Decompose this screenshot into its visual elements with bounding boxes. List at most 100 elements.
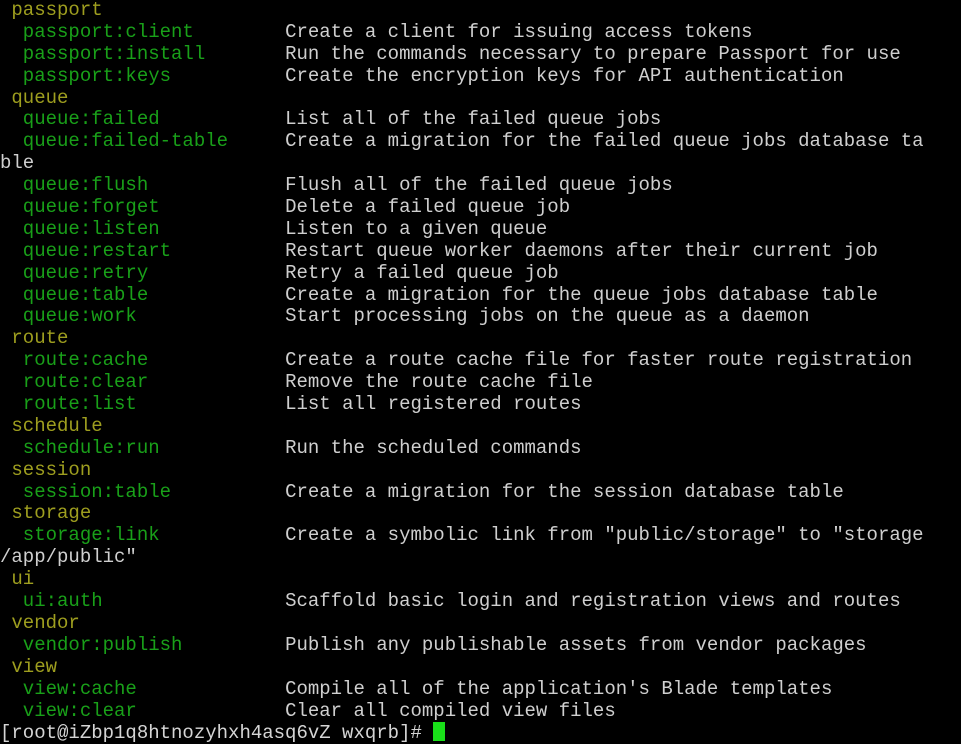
command-row: route:list List all registered routes xyxy=(0,394,961,416)
shell-prompt: [root@iZbp1q8htnozyhxh4asq6vZ wxqrb]# xyxy=(0,722,434,744)
command-description: Run the scheduled commands xyxy=(285,437,582,459)
command-row: passport:client Create a client for issu… xyxy=(0,22,961,44)
command-row: schedule:run Run the scheduled commands xyxy=(0,438,961,460)
command-description: Scaffold basic login and registration vi… xyxy=(285,591,901,613)
command-name: queue:listen xyxy=(0,218,160,240)
command-row: queue:listen Listen to a given queue xyxy=(0,219,961,241)
column-spacer xyxy=(137,679,285,700)
command-group-header: session xyxy=(0,460,961,482)
command-description: Start processing jobs on the queue as a … xyxy=(285,306,810,328)
command-name: passport:keys xyxy=(0,65,172,87)
command-description: Compile all of the application's Blade t… xyxy=(285,678,833,700)
terminal-output: passport passport:client Create a client… xyxy=(0,0,961,744)
command-group-header: view xyxy=(0,657,961,679)
column-spacer xyxy=(160,525,285,546)
command-group-label: vendor xyxy=(0,612,80,634)
command-name: route:cache xyxy=(0,350,149,372)
command-row: queue:failed List all of the failed queu… xyxy=(0,109,961,131)
command-group-label: storage xyxy=(0,503,92,525)
command-description: Delete a failed queue job xyxy=(285,197,571,219)
column-spacer xyxy=(171,66,285,87)
column-spacer xyxy=(148,372,285,393)
command-group-label: queue xyxy=(0,87,69,109)
command-description: Clear all compiled view files xyxy=(285,700,616,722)
column-spacer xyxy=(160,197,285,218)
column-spacer xyxy=(103,591,285,612)
command-row: queue:failed-table Create a migration fo… xyxy=(0,131,961,153)
command-description: Create a client for issuing access token… xyxy=(285,21,753,43)
command-description: Publish any publishable assets from vend… xyxy=(285,634,867,656)
command-group-header: passport xyxy=(0,0,961,22)
block-cursor[interactable] xyxy=(433,722,446,742)
command-description: List all of the failed queue jobs xyxy=(285,109,662,131)
command-description: Create a migration for the failed queue … xyxy=(285,131,924,153)
command-name: vendor:publish xyxy=(0,634,183,656)
command-row: view:cache Compile all of the applicatio… xyxy=(0,679,961,701)
command-name: passport:install xyxy=(0,43,206,65)
command-description: Create a symbolic link from "public/stor… xyxy=(285,525,924,547)
column-spacer xyxy=(148,175,285,196)
command-group-header: schedule xyxy=(0,416,961,438)
wrapped-description-continuation: /app/public" xyxy=(0,547,961,569)
shell-prompt-row[interactable]: [root@iZbp1q8htnozyhxh4asq6vZ wxqrb]# xyxy=(0,722,961,744)
command-group-header: storage xyxy=(0,503,961,525)
column-spacer xyxy=(148,285,285,306)
command-name: queue:work xyxy=(0,306,137,328)
column-spacer xyxy=(148,350,285,371)
command-row: session:table Create a migration for the… xyxy=(0,482,961,504)
command-group-label: route xyxy=(0,328,69,350)
command-name: storage:link xyxy=(0,525,160,547)
command-group-header: vendor xyxy=(0,613,961,635)
command-name: queue:failed xyxy=(0,109,160,131)
column-spacer xyxy=(160,109,285,130)
column-spacer xyxy=(160,219,285,240)
command-row: route:cache Create a route cache file fo… xyxy=(0,350,961,372)
command-name: queue:forget xyxy=(0,197,160,219)
command-description: Flush all of the failed queue jobs xyxy=(285,175,673,197)
command-group-header: ui xyxy=(0,569,961,591)
column-spacer xyxy=(137,306,285,327)
command-row: queue:flush Flush all of the failed queu… xyxy=(0,175,961,197)
command-row: queue:forget Delete a failed queue job xyxy=(0,197,961,219)
command-description: List all registered routes xyxy=(285,394,582,416)
command-group-label: session xyxy=(0,459,92,481)
column-spacer xyxy=(171,241,285,262)
command-description-wrap: /app/public" xyxy=(0,547,137,569)
command-row: vendor:publish Publish any publishable a… xyxy=(0,635,961,657)
command-group-header: queue xyxy=(0,88,961,110)
command-description: Create the encryption keys for API authe… xyxy=(285,65,844,87)
column-spacer xyxy=(228,131,285,152)
wrapped-description-continuation: ble xyxy=(0,153,961,175)
column-spacer xyxy=(205,44,285,65)
command-row: passport:keys Create the encryption keys… xyxy=(0,66,961,88)
command-row: route:clear Remove the route cache file xyxy=(0,372,961,394)
command-row: queue:retry Retry a failed queue job xyxy=(0,263,961,285)
column-spacer xyxy=(182,635,285,656)
terminal-window[interactable]: passport passport:client Create a client… xyxy=(0,0,961,744)
command-description: Run the commands necessary to prepare Pa… xyxy=(285,43,901,65)
command-group-label: ui xyxy=(0,569,35,591)
column-spacer xyxy=(194,22,285,43)
command-row: storage:link Create a symbolic link from… xyxy=(0,525,961,547)
command-name: route:list xyxy=(0,394,137,416)
command-name: queue:restart xyxy=(0,240,172,262)
command-name: queue:failed-table xyxy=(0,131,229,153)
command-name: view:cache xyxy=(0,678,137,700)
command-name: queue:flush xyxy=(0,175,149,197)
command-group-label: view xyxy=(0,656,58,678)
command-row: ui:auth Scaffold basic login and registr… xyxy=(0,591,961,613)
command-name: queue:retry xyxy=(0,262,149,284)
command-row: queue:work Start processing jobs on the … xyxy=(0,306,961,328)
command-description: Retry a failed queue job xyxy=(285,262,559,284)
command-name: passport:client xyxy=(0,21,194,43)
command-row: queue:restart Restart queue worker daemo… xyxy=(0,241,961,263)
command-name: queue:table xyxy=(0,284,149,306)
command-description: Create a route cache file for faster rou… xyxy=(285,350,913,372)
command-description: Create a migration for the queue jobs da… xyxy=(285,284,878,306)
command-row: passport:install Run the commands necess… xyxy=(0,44,961,66)
column-spacer xyxy=(160,438,285,459)
column-spacer xyxy=(171,482,285,503)
command-row: view:clear Clear all compiled view files xyxy=(0,701,961,723)
command-description-wrap: ble xyxy=(0,153,35,175)
command-group-label: schedule xyxy=(0,415,103,437)
